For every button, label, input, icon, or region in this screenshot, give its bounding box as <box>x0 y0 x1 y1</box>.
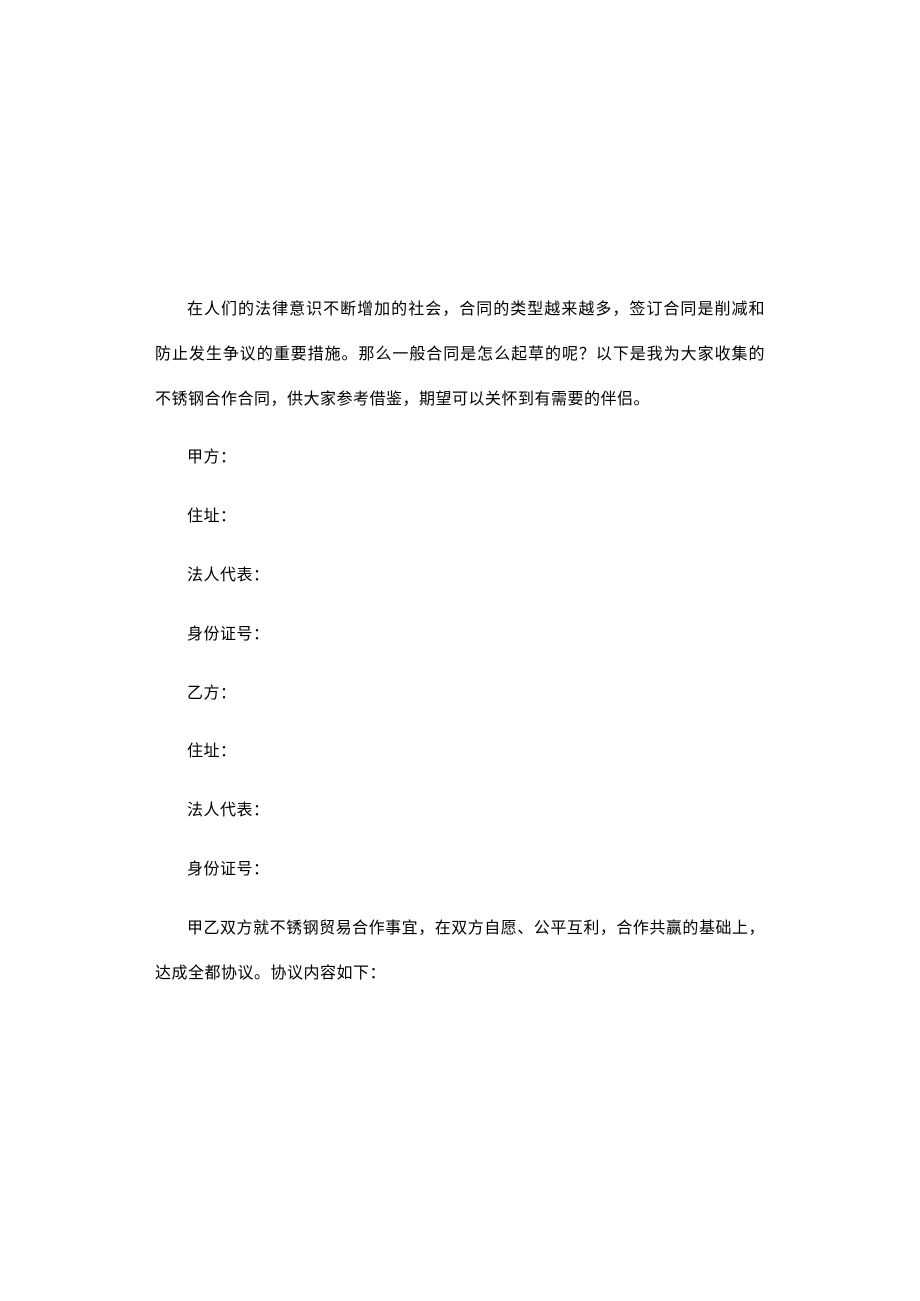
party-b-legal-rep: 法人代表： <box>155 789 765 834</box>
spacer <box>155 775 765 789</box>
spacer <box>155 422 765 436</box>
party-b-label: 乙方： <box>155 672 765 717</box>
document-content: 在人们的法律意识不断增加的社会，合同的类型越来越多，签订合同是削减和 防止发生争… <box>155 288 765 996</box>
spacer <box>155 834 765 848</box>
spacer <box>155 599 765 613</box>
spacer <box>155 481 765 495</box>
spacer <box>155 658 765 672</box>
party-a-legal-rep: 法人代表： <box>155 554 765 599</box>
party-b-id-number: 身份证号： <box>155 848 765 893</box>
agreement-paragraph: 甲乙双方就不锈钢贸易合作事宜，在双方自愿、公平互利，合作共赢的基础上， 达成全都… <box>155 907 765 997</box>
intro-paragraph: 在人们的法律意识不断增加的社会，合同的类型越来越多，签订合同是削减和 防止发生争… <box>155 288 765 422</box>
party-a-label: 甲方： <box>155 436 765 481</box>
spacer <box>155 716 765 730</box>
party-a-address: 住址： <box>155 495 765 540</box>
spacer <box>155 540 765 554</box>
spacer <box>155 893 765 907</box>
party-a-id-number: 身份证号： <box>155 613 765 658</box>
party-b-address: 住址： <box>155 730 765 775</box>
